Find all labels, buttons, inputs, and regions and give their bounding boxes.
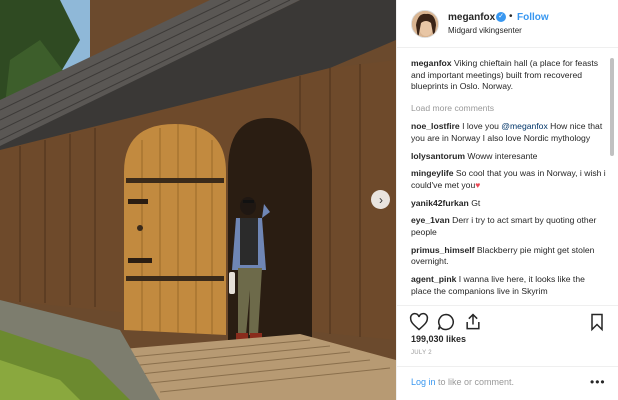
comment-item: agent_pink I wanna live here, it looks l…: [411, 274, 607, 297]
comment-username[interactable]: primus_himself: [411, 245, 475, 255]
more-options-icon[interactable]: •••: [590, 375, 606, 389]
comment-item: eye_1van Derr i try to act smart by quot…: [411, 215, 607, 238]
comment-item: mingeylife So cool that you was in Norwa…: [411, 168, 607, 191]
post-sidebar: meganfox ✓ • Follow Midgard vikingsenter…: [396, 0, 618, 400]
comment-username[interactable]: eye_1van: [411, 215, 450, 225]
avatar[interactable]: [411, 10, 439, 38]
caption: meganfox Viking chieftain hall (a place …: [411, 58, 607, 93]
comments-list[interactable]: meganfox Viking chieftain hall (a place …: [411, 58, 607, 302]
speech-bubble-icon[interactable]: [436, 312, 456, 332]
heart-outline-icon[interactable]: [409, 312, 429, 332]
comment-item: yanik42furkan Gt: [411, 198, 607, 210]
comment-username[interactable]: yanik42furkan: [411, 198, 469, 208]
instagram-post: › meganfox ✓ • Follow Midgard vikingsent…: [0, 0, 618, 400]
login-prompt-text: to like or comment.: [435, 377, 515, 387]
location-link[interactable]: Midgard vikingsenter: [448, 26, 522, 35]
mention-link[interactable]: @meganfox: [501, 121, 547, 131]
comment-item: primus_himself Blackberry pie might get …: [411, 245, 607, 268]
login-link[interactable]: Log in: [411, 377, 436, 387]
post-photo[interactable]: ›: [0, 0, 396, 400]
likes-count[interactable]: 199,030 likes: [411, 334, 466, 344]
follow-button[interactable]: Follow: [517, 12, 549, 23]
share-icon[interactable]: [463, 312, 483, 332]
comment-username[interactable]: noe_lostfire: [411, 121, 460, 131]
verified-badge-icon: ✓: [496, 12, 506, 22]
comment-text: Gt: [471, 197, 481, 208]
comment-item: noe_lostfire I love you @meganfox How ni…: [411, 121, 607, 144]
comments-scrollbar[interactable]: [610, 58, 614, 156]
next-photo-button[interactable]: ›: [371, 190, 390, 209]
comment-username[interactable]: lolysantorum: [411, 151, 465, 161]
post-header: meganfox ✓ • Follow Midgard vikingsenter: [397, 0, 618, 48]
login-prompt: Log in to like or comment.: [411, 377, 514, 387]
comment-text: Woww interesante: [467, 150, 538, 161]
heart-emoji-icon: ♥: [475, 179, 481, 190]
comment-username[interactable]: agent_pink: [411, 274, 456, 284]
photo-illustration: [0, 0, 396, 400]
post-date: JULY 2: [411, 350, 432, 356]
load-more-comments-button[interactable]: Load more comments: [411, 103, 607, 113]
avatar-image: [412, 11, 438, 37]
comment-text: I love you: [462, 121, 502, 132]
bookmark-icon[interactable]: [587, 312, 607, 332]
chevron-right-icon: ›: [379, 192, 383, 207]
comment-item: lolysantorum Woww interesante: [411, 151, 607, 163]
comment-username[interactable]: mingeylife: [411, 168, 454, 178]
username[interactable]: meganfox: [448, 12, 495, 23]
separator-dot: •: [509, 11, 513, 22]
action-bar: [397, 305, 618, 337]
login-footer: Log in to like or comment. •••: [397, 366, 618, 400]
caption-username[interactable]: meganfox: [411, 58, 452, 68]
